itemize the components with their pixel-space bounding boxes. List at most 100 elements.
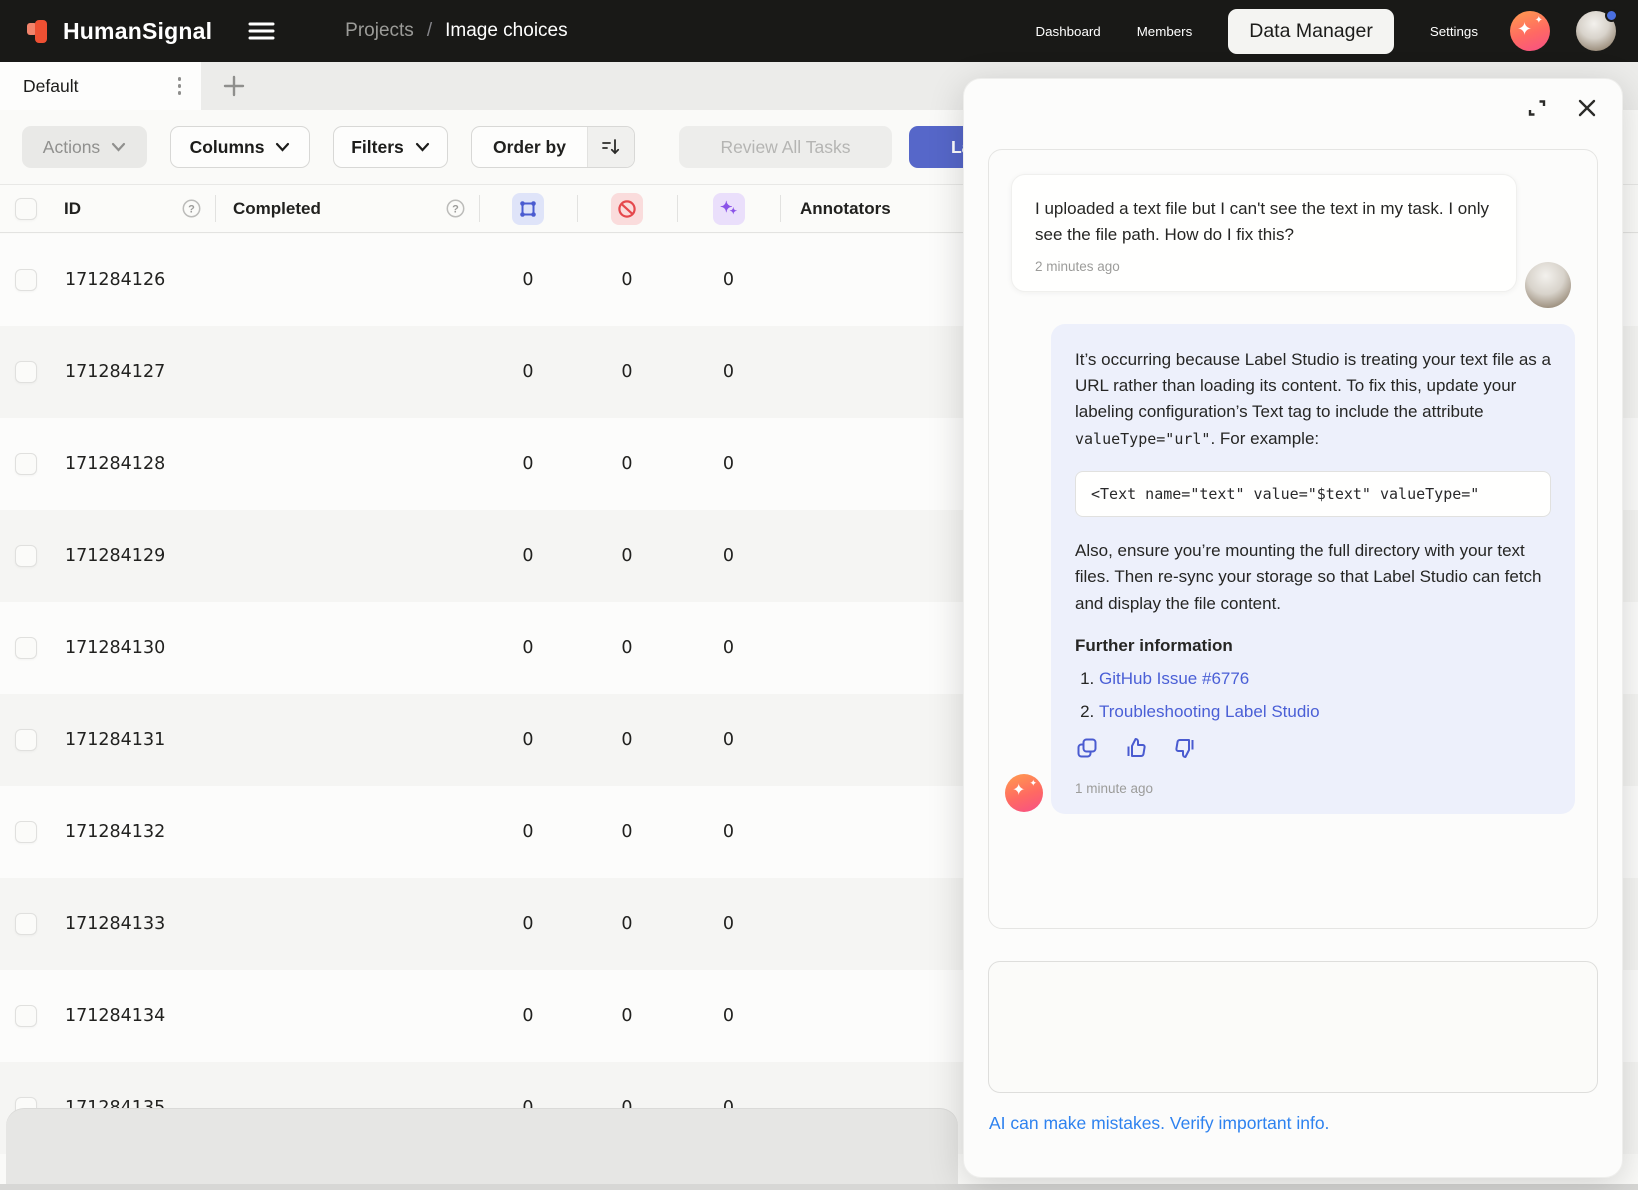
sparkle-icon: ✦ (1029, 779, 1037, 788)
count-cell: 0 (479, 454, 577, 474)
row-id: 171284133 (52, 914, 215, 934)
count-cell: 0 (577, 454, 677, 474)
nav-item-dashboard[interactable]: Dashboard (1036, 24, 1101, 39)
thumbs-up-icon (1124, 736, 1148, 760)
row-checkbox[interactable] (15, 729, 37, 751)
sort-descending-icon[interactable] (587, 127, 634, 167)
count-cell: 0 (677, 454, 780, 474)
further-information-heading: Further information (1075, 636, 1551, 656)
row-id: 171284128 (52, 454, 215, 474)
row-checkbox[interactable] (15, 361, 37, 383)
count-cell: 0 (479, 546, 577, 566)
count-cell: 0 (479, 1006, 577, 1026)
row-id: 171284127 (52, 362, 215, 382)
thumbs-down-button[interactable] (1173, 736, 1197, 760)
breadcrumb-projects[interactable]: Projects (345, 20, 414, 42)
ai-assistant-button[interactable]: ✦ ✦ (1510, 11, 1550, 51)
svg-text:?: ? (452, 203, 459, 215)
assistant-message-time: 1 minute ago (1075, 781, 1551, 796)
svg-text:?: ? (188, 203, 195, 215)
help-icon[interactable]: ? (446, 199, 465, 218)
thumbs-up-button[interactable] (1124, 736, 1148, 760)
code-block[interactable]: <Text name="text" value="$text" valueTyp… (1075, 471, 1551, 517)
expand-chat-button[interactable] (1526, 97, 1548, 119)
assistant-paragraph-1: It’s occurring because Label Studio is t… (1075, 347, 1551, 452)
nav-item-members[interactable]: Members (1137, 24, 1193, 39)
tab-default[interactable]: Default (0, 62, 201, 110)
breadcrumb: Projects / Image choices (345, 20, 567, 42)
close-chat-button[interactable] (1576, 97, 1598, 119)
copy-button[interactable] (1075, 736, 1099, 760)
count-cell: 0 (577, 270, 677, 290)
row-checkbox[interactable] (15, 453, 37, 475)
count-cell: 0 (577, 730, 677, 750)
count-cell: 0 (577, 822, 677, 842)
chat-footer: AI can make mistakes. Verify important i… (989, 1113, 1329, 1134)
user-message-text: I uploaded a text file but I can't see t… (1035, 196, 1493, 248)
troubleshooting-link[interactable]: Troubleshooting Label Studio (1099, 702, 1320, 721)
row-id: 171284131 (52, 730, 215, 750)
count-cell: 0 (677, 1006, 780, 1026)
count-cell: 0 (677, 546, 780, 566)
chat-input[interactable] (988, 961, 1598, 1093)
row-checkbox[interactable] (15, 269, 37, 291)
header-completed: Completed (233, 199, 321, 219)
row-checkbox[interactable] (15, 545, 37, 567)
count-cell: 0 (677, 270, 780, 290)
brand[interactable]: HumanSignal (26, 16, 212, 46)
expand-icon (1526, 97, 1548, 119)
list-item: GitHub Issue #6776 (1099, 669, 1551, 689)
row-checkbox[interactable] (15, 821, 37, 843)
count-cell: 0 (479, 822, 577, 842)
count-cell: 0 (577, 546, 677, 566)
chevron-down-icon (111, 142, 126, 152)
chevron-down-icon (415, 142, 430, 152)
select-all-checkbox[interactable] (15, 198, 37, 220)
tab-label: Default (23, 76, 78, 97)
order-by-button[interactable]: Order by (471, 126, 635, 168)
add-tab-button[interactable] (217, 69, 251, 103)
count-cell: 0 (479, 730, 577, 750)
chat-disclaimer-link[interactable]: AI can make mistakes. Verify important i… (989, 1113, 1329, 1133)
row-checkbox[interactable] (15, 1005, 37, 1027)
nav-item-data-manager-active[interactable]: Data Manager (1228, 9, 1394, 54)
count-cell: 0 (479, 638, 577, 658)
hamburger-menu-icon[interactable] (248, 21, 275, 41)
user-avatar[interactable] (1576, 11, 1616, 51)
nav-item-settings[interactable]: Settings (1430, 24, 1478, 39)
actions-button[interactable]: Actions (22, 126, 147, 168)
assistant-message-actions (1075, 736, 1551, 760)
breadcrumb-separator: / (427, 20, 432, 42)
row-id: 171284126 (52, 270, 215, 290)
thumbs-down-icon (1173, 736, 1197, 760)
columns-button[interactable]: Columns (170, 126, 310, 168)
header-annotators: Annotators (800, 199, 891, 219)
count-cell: 0 (677, 914, 780, 934)
humansignal-logo-icon (26, 16, 53, 46)
assistant-message: It’s occurring because Label Studio is t… (1051, 324, 1575, 814)
count-cell: 0 (577, 1006, 677, 1026)
filters-button[interactable]: Filters (333, 126, 448, 168)
row-checkbox[interactable] (15, 637, 37, 659)
chevron-down-icon (275, 142, 290, 152)
top-navigation-bar: HumanSignal Projects / Image choices Das… (0, 0, 1638, 62)
count-cell: 0 (577, 914, 677, 934)
review-all-tasks-button[interactable]: Review All Tasks (679, 126, 892, 168)
help-icon[interactable]: ? (182, 199, 201, 218)
count-cell: 0 (479, 362, 577, 382)
row-checkbox[interactable] (15, 913, 37, 935)
predictions-icon[interactable]: ✦✦ (713, 193, 745, 225)
count-cell: 0 (677, 362, 780, 382)
annotation-regions-icon[interactable] (512, 193, 544, 225)
count-cell: 0 (577, 638, 677, 658)
horizontal-scrollbar[interactable] (6, 1108, 958, 1190)
brand-name: HumanSignal (63, 18, 212, 45)
count-cell: 0 (677, 822, 780, 842)
count-cell: 0 (677, 638, 780, 658)
github-issue-link[interactable]: GitHub Issue #6776 (1099, 669, 1249, 688)
header-id: ID (64, 199, 81, 219)
tab-kebab-menu-icon[interactable] (172, 71, 188, 101)
list-item: Troubleshooting Label Studio (1099, 702, 1551, 722)
skipped-tasks-icon[interactable] (611, 193, 643, 225)
sparkle-icon: ✦ (1535, 16, 1543, 26)
